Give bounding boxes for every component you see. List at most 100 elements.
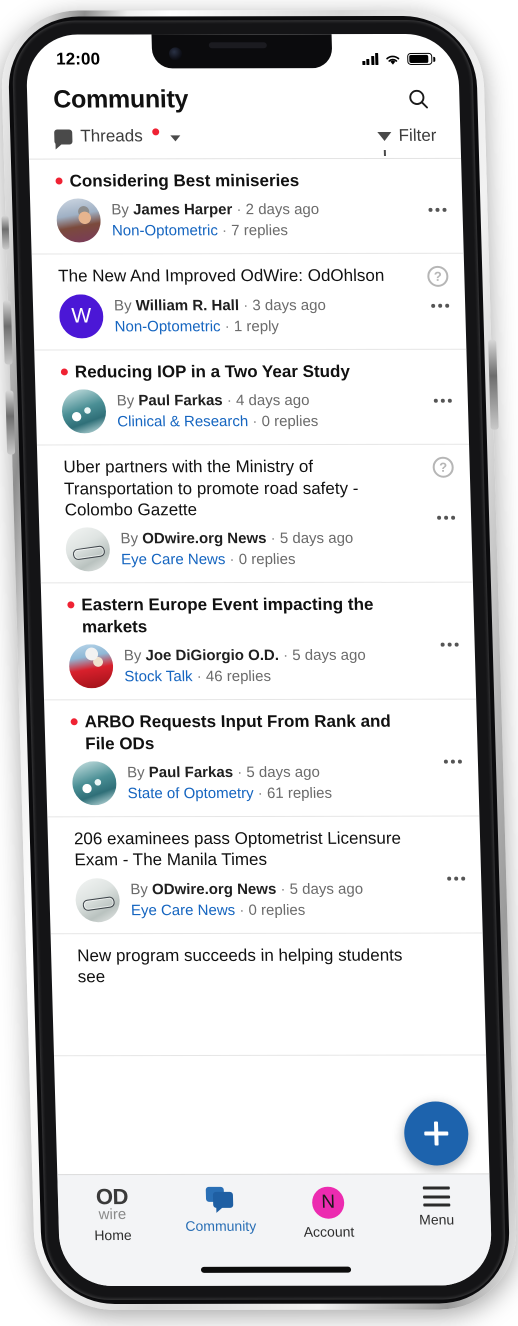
tab-account[interactable]: N Account — [274, 1186, 384, 1240]
phone-device-mockup: 12:00 Community Threads Filter Consideri… — [0, 9, 518, 1311]
thread-overflow-menu-icon[interactable] — [443, 759, 462, 764]
thread-category-link[interactable]: State of Optometry — [127, 785, 253, 802]
thread-category-line: Eye Care News · 0 replies — [121, 549, 451, 571]
thread-meta-lines: By Paul Farkas · 5 days ago State of Opto… — [127, 761, 457, 804]
thread-category-link[interactable]: Non-Optometric — [114, 318, 220, 335]
thread-title-text: ARBO Requests Input From Rank and File O… — [84, 712, 392, 753]
separator-dot: · — [253, 785, 268, 803]
thread-author[interactable]: James Harper — [133, 201, 233, 218]
thread-row[interactable]: ARBO Requests Input From Rank and File O… — [44, 699, 480, 818]
thread-overflow-menu-icon[interactable] — [430, 303, 450, 308]
chevron-down-icon — [170, 135, 181, 142]
unread-dot-icon — [67, 601, 75, 609]
power-button[interactable] — [488, 339, 499, 430]
thread-row[interactable]: Uber partners with the Ministry of Trans… — [36, 444, 473, 584]
help-badge-icon[interactable]: ? — [432, 456, 454, 478]
tab-label: Account — [303, 1223, 355, 1240]
thread-meta-lines: By ODwire.org News · 5 days ago Eye Care … — [130, 878, 460, 921]
threads-dropdown[interactable]: Threads — [54, 126, 181, 146]
thread-category-link[interactable]: Eye Care News — [121, 552, 226, 569]
avatar[interactable]: W — [58, 294, 104, 339]
thread-title-text: New program succeeds in helping students… — [76, 945, 403, 987]
tab-label: Community — [185, 1217, 257, 1234]
thread-author[interactable]: ODwire.org News — [142, 530, 267, 547]
thread-meta: By Paul Farkas · 5 days ago State of Opto… — [71, 761, 457, 806]
thread-list[interactable]: Considering Best miniseries By James Harp… — [28, 158, 487, 1056]
tab-community[interactable]: Community — [166, 1186, 275, 1234]
thread-overflow-menu-icon[interactable] — [440, 643, 459, 648]
thread-author[interactable]: Paul Farkas — [149, 764, 234, 781]
help-badge-icon[interactable]: ? — [427, 266, 449, 288]
thread-category-line: Non-Optometric · 1 reply — [114, 316, 444, 338]
thread-row[interactable]: The New And Improved OdWire: OdOhlson W By… — [31, 254, 467, 351]
hamburger-menu-icon — [422, 1186, 450, 1207]
avatar[interactable] — [61, 389, 107, 434]
new-thread-fab-button[interactable] — [403, 1101, 470, 1166]
thread-category-link[interactable]: Non-Optometric — [112, 223, 218, 240]
thread-author-line: By ODwire.org News · 5 days ago — [120, 528, 450, 550]
thread-age: 5 days ago — [279, 530, 354, 548]
thread-age: 3 days ago — [252, 296, 327, 314]
thread-age: 4 days ago — [235, 391, 310, 410]
thread-row-partial[interactable]: New program succeeds in helping students… — [50, 933, 487, 1056]
thread-author[interactable]: William R. Hall — [135, 297, 239, 314]
thread-row[interactable]: Reducing IOP in a Two Year Study By Paul … — [34, 349, 470, 446]
tab-label: Menu — [418, 1211, 455, 1228]
thread-author[interactable]: Joe DiGiorgio O.D. — [145, 647, 279, 664]
screenshot-stage: 12:00 Community Threads Filter Consideri… — [0, 0, 518, 1326]
thread-category-line: State of Optometry · 61 replies — [127, 783, 457, 805]
thread-title[interactable]: Reducing IOP in a Two Year Study — [60, 361, 446, 383]
thread-category-link[interactable]: Clinical & Research — [117, 413, 248, 430]
thread-title-text: Uber partners with the Ministry of Trans… — [63, 457, 359, 520]
by-label: By — [111, 201, 134, 219]
thread-title[interactable]: ARBO Requests Input From Rank and File O… — [70, 711, 455, 754]
thread-title[interactable]: 206 examinees pass Optometrist Licensure… — [74, 828, 459, 871]
thread-title[interactable]: New program succeeds in helping students… — [77, 944, 462, 987]
thread-reply-count: 0 replies — [261, 413, 319, 431]
avatar[interactable] — [56, 198, 102, 243]
unread-dot-icon — [70, 718, 78, 726]
thread-overflow-menu-icon[interactable] — [436, 515, 456, 520]
thread-author-line: By William R. Hall · 3 days ago — [114, 294, 444, 316]
cellular-bars-icon — [361, 52, 379, 66]
separator-dot: · — [217, 222, 232, 240]
separator-dot: · — [222, 392, 237, 410]
thread-row[interactable]: Eastern Europe Event impacting the marke… — [40, 583, 477, 701]
filter-button[interactable]: Filter — [377, 125, 437, 146]
thread-title-text: The New And Improved OdWire: OdOhlson — [57, 266, 385, 286]
thread-title[interactable]: Eastern Europe Event impacting the marke… — [67, 594, 452, 637]
home-indicator[interactable] — [200, 1266, 352, 1273]
silent-switch-button[interactable] — [1, 215, 10, 250]
avatar[interactable] — [65, 527, 111, 572]
thread-title[interactable]: Uber partners with the Ministry of Trans… — [63, 456, 449, 521]
avatar[interactable] — [75, 878, 121, 923]
tab-menu[interactable]: Menu — [382, 1186, 491, 1228]
threads-unread-dot — [152, 128, 160, 136]
odwire-logo-od: OD — [95, 1184, 129, 1210]
thread-age: 5 days ago — [289, 880, 364, 898]
thread-row[interactable]: 206 examinees pass Optometrist Licensure… — [47, 816, 483, 935]
filter-label: Filter — [398, 125, 437, 145]
avatar[interactable] — [71, 761, 118, 806]
wifi-icon — [386, 55, 400, 65]
phone-screen: 12:00 Community Threads Filter Consideri… — [25, 33, 493, 1287]
thread-title-text: 206 examinees pass Optometrist Licensure… — [73, 828, 402, 870]
thread-title[interactable]: The New And Improved OdWire: OdOhlson — [58, 265, 443, 287]
thread-overflow-menu-icon[interactable] — [446, 876, 466, 881]
thread-category-line: Clinical & Research · 0 replies — [117, 411, 447, 433]
thread-category-line: Eye Care News · 0 replies — [131, 899, 461, 921]
thread-title[interactable]: Considering Best miniseries — [55, 170, 440, 192]
thread-author[interactable]: Paul Farkas — [138, 392, 223, 409]
thread-overflow-menu-icon[interactable] — [433, 398, 452, 403]
thread-reply-count: 61 replies — [266, 784, 333, 802]
thread-reply-count: 0 replies — [248, 901, 306, 919]
thread-overflow-menu-icon[interactable] — [428, 208, 447, 213]
thread-meta: By ODwire.org News · 5 days ago Eye Care … — [65, 527, 450, 572]
tab-home[interactable]: OD wire Home — [58, 1184, 168, 1243]
avatar[interactable] — [68, 644, 114, 689]
thread-category-link[interactable]: Stock Talk — [124, 668, 193, 685]
thread-row[interactable]: Considering Best miniseries By James Harp… — [28, 158, 464, 255]
search-icon[interactable] — [401, 82, 436, 116]
thread-author[interactable]: ODwire.org News — [152, 880, 277, 897]
thread-category-link[interactable]: Eye Care News — [131, 902, 236, 919]
